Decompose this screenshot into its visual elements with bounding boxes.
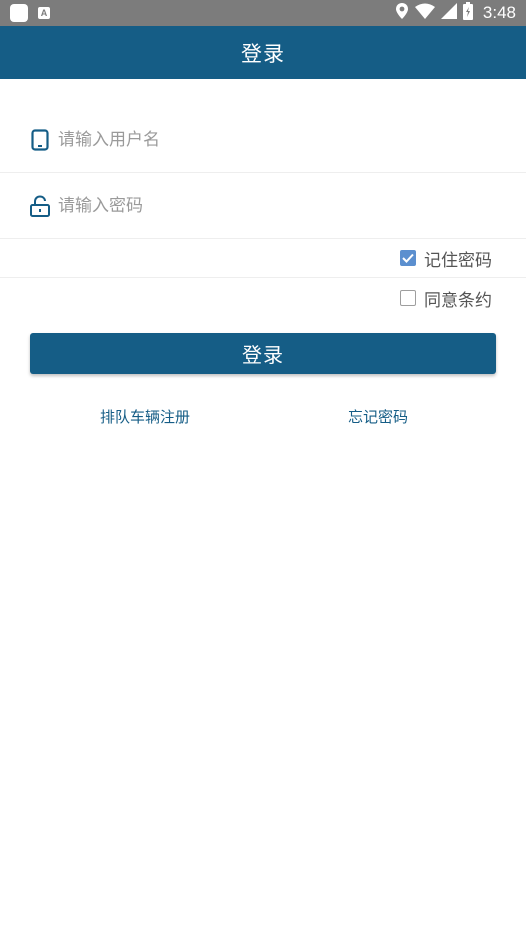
remember-password-box[interactable] <box>400 250 416 266</box>
phone-icon <box>29 128 51 151</box>
app-bar: 登录 <box>0 26 526 79</box>
remember-password-label: 记住密码 <box>424 250 492 271</box>
username-input[interactable] <box>58 119 478 160</box>
status-left-icons: A <box>10 4 50 22</box>
wifi-icon <box>414 3 435 23</box>
login-button[interactable]: 登录 <box>30 333 496 374</box>
page-title: 登录 <box>241 41 285 66</box>
app-square-icon <box>10 4 28 22</box>
login-screen: A 3:48 登录 请输入用户名 记住密码 同意条约 登录 排队车辆注册 忘记密… <box>0 0 526 936</box>
divider <box>0 277 526 278</box>
battery-icon <box>462 2 473 24</box>
unlock-icon <box>29 194 51 217</box>
register-link[interactable]: 排队车辆注册 <box>100 406 190 427</box>
checkmark-icon <box>402 253 414 263</box>
agree-terms-box[interactable] <box>400 290 416 306</box>
remember-password-checkbox[interactable]: 记住密码 <box>400 239 492 277</box>
keyboard-a-icon: A <box>38 7 50 19</box>
agree-terms-label: 同意条约 <box>424 290 492 311</box>
password-input[interactable] <box>58 185 478 226</box>
agree-terms-checkbox[interactable]: 同意条约 <box>400 279 492 317</box>
username-row <box>0 107 526 173</box>
signal-icon <box>440 3 457 23</box>
location-icon <box>395 2 409 24</box>
status-time: 3:48 <box>482 3 516 22</box>
forgot-password-link[interactable]: 忘记密码 <box>348 406 408 427</box>
password-row <box>0 173 526 239</box>
status-bar: A 3:48 <box>0 0 526 26</box>
status-right-icons: 3:48 <box>395 2 516 24</box>
